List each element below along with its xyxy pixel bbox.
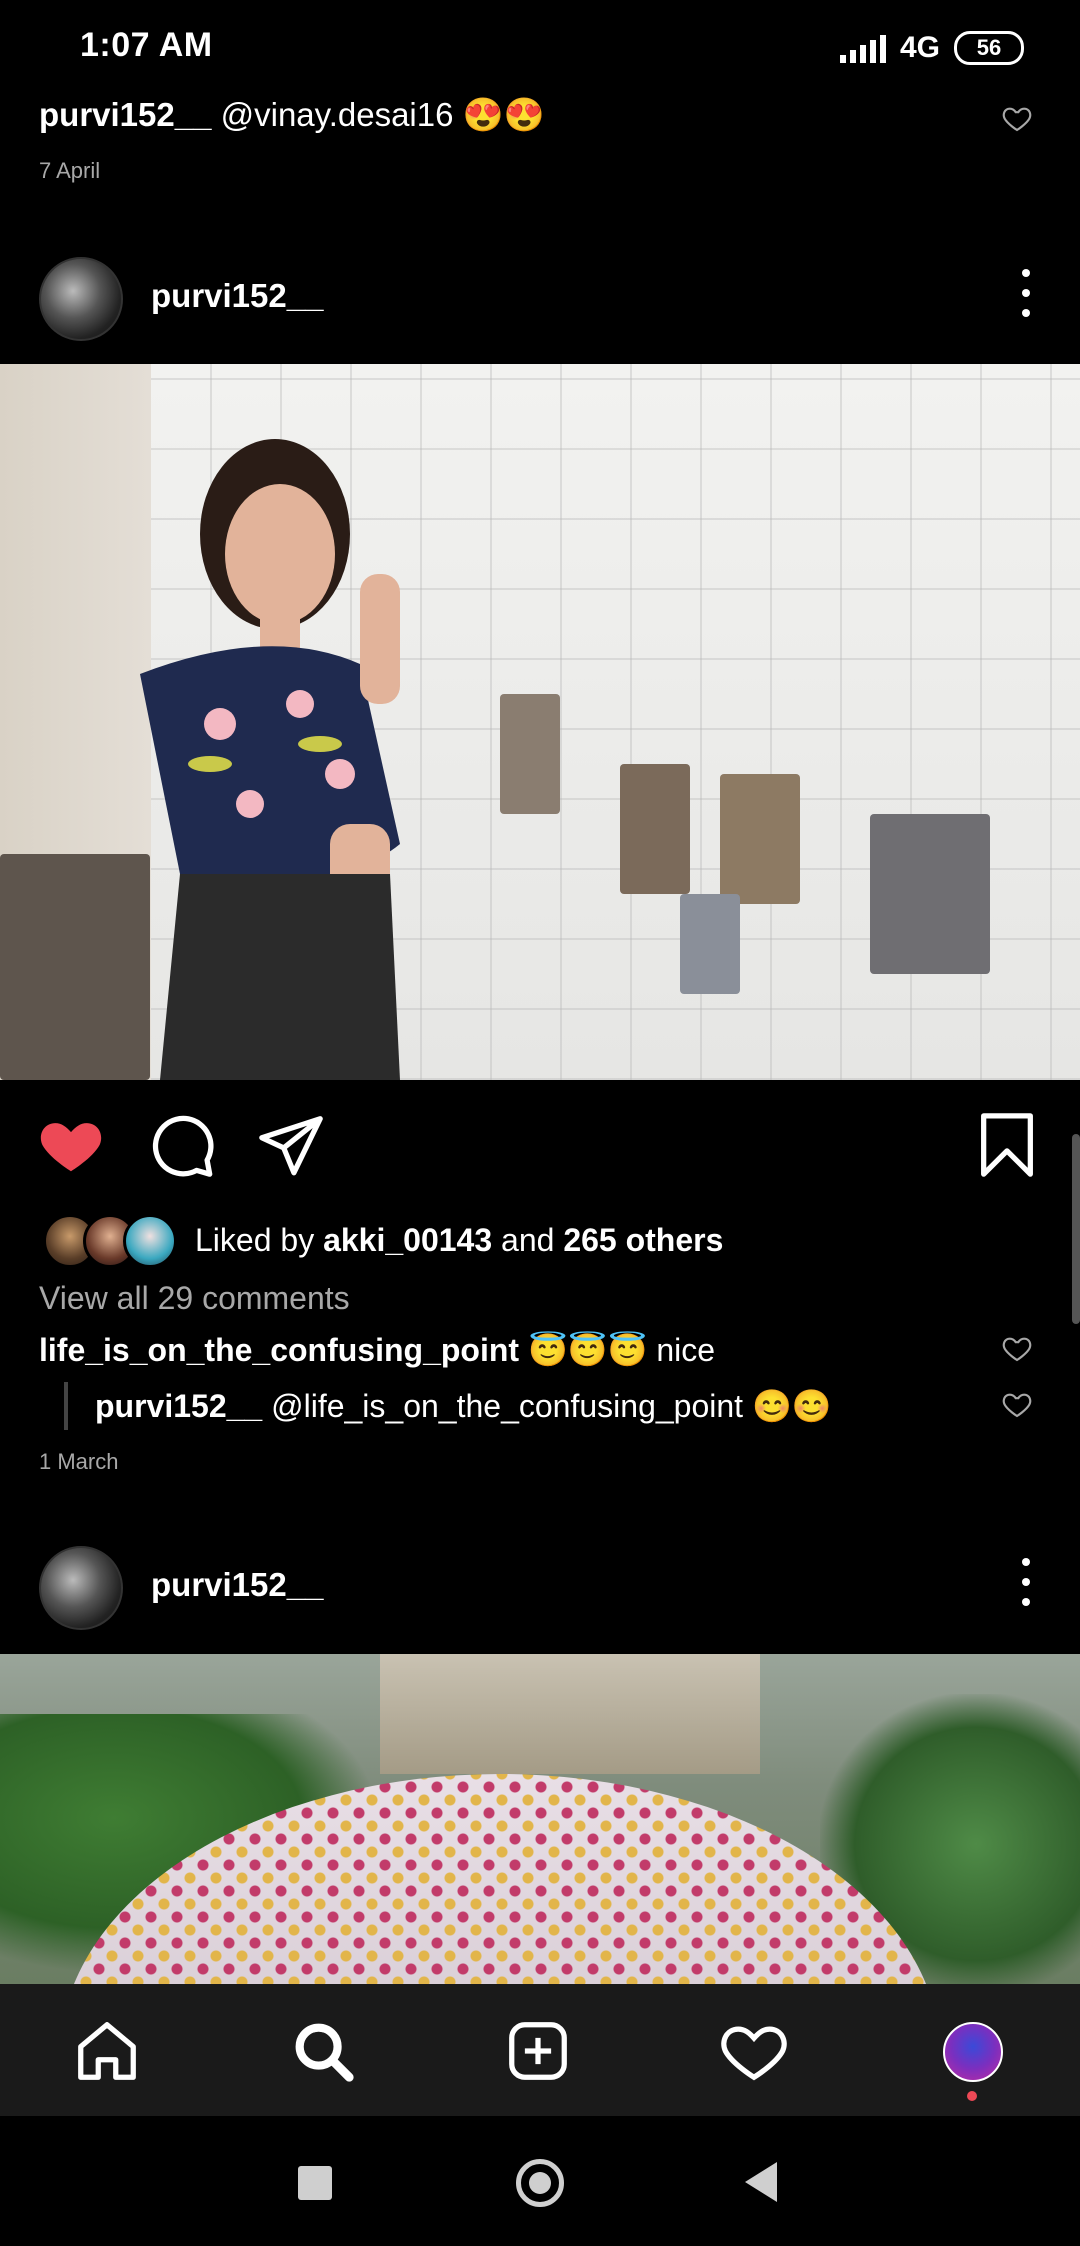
add-post-icon[interactable] <box>503 2016 573 2086</box>
liked-by-user[interactable]: akki_00143 <box>323 1222 492 1258</box>
more-options-icon[interactable] <box>1016 269 1036 317</box>
avatar[interactable] <box>39 257 123 341</box>
liked-by-others[interactable]: 265 others <box>563 1222 723 1258</box>
comment-icon[interactable] <box>147 1110 217 1180</box>
caption-username[interactable]: purvi152__ <box>39 96 211 133</box>
reply-indicator <box>64 1382 68 1430</box>
person-figure <box>140 439 400 1080</box>
liker-avatars <box>43 1210 183 1268</box>
post-header: purvi152__ <box>0 1532 1080 1632</box>
recent-apps-icon[interactable] <box>298 2166 332 2200</box>
liked-by-text: Liked by akki_00143 and 265 others <box>195 1222 724 1258</box>
share-icon[interactable] <box>256 1110 326 1180</box>
post-header: purvi152__ <box>0 243 1080 343</box>
battery-icon: 56 <box>954 31 1024 65</box>
post-username[interactable]: purvi152__ <box>151 277 323 315</box>
comment-like-icon[interactable] <box>1001 1332 1033 1364</box>
view-all-comments-link[interactable]: View all 29 comments <box>39 1280 350 1317</box>
more-options-icon[interactable] <box>1016 1558 1036 1606</box>
search-icon[interactable] <box>288 2016 358 2086</box>
home-icon[interactable] <box>72 2016 142 2086</box>
system-navigation-bar <box>0 2116 1080 2246</box>
background-building <box>380 1654 760 1774</box>
back-icon[interactable] <box>745 2162 777 2202</box>
caption-date: 7 April <box>39 158 101 183</box>
profile-avatar[interactable] <box>943 2022 1003 2082</box>
post-username[interactable]: purvi152__ <box>151 1566 323 1604</box>
comment-username[interactable]: life_is_on_the_confusing_point <box>39 1332 519 1368</box>
heart-filled-icon[interactable] <box>36 1110 106 1180</box>
scrollbar[interactable] <box>1072 1134 1080 1324</box>
previous-post-caption: purvi152__ @vinay.desai16 😍😍 <box>39 96 1039 135</box>
caption-text: @vinay.desai16 😍😍 <box>211 96 545 133</box>
avatar <box>123 1214 177 1268</box>
comment-like-icon[interactable] <box>1001 1388 1033 1420</box>
activity-heart-icon[interactable] <box>719 2016 789 2086</box>
comment-text: 😇😇😇 nice <box>519 1332 716 1368</box>
post-image[interactable] <box>0 1654 1080 1984</box>
network-type: 4G <box>899 31 940 64</box>
post-date: 1 March <box>39 1449 119 1474</box>
signal-icon <box>839 33 886 63</box>
caption-like-icon[interactable] <box>1001 102 1033 134</box>
notification-dot <box>967 2091 977 2101</box>
home-button-icon[interactable] <box>516 2159 564 2207</box>
comment-text: @life_is_on_the_confusing_point 😊😊 <box>262 1388 832 1424</box>
status-indicators: 4G 56 <box>839 28 1024 68</box>
likes-row[interactable]: Liked by akki_00143 and 265 others <box>39 1210 1039 1270</box>
post-action-bar <box>0 1080 1080 1210</box>
status-time: 1:07 AM <box>80 26 213 64</box>
status-bar: 1:07 AM 4G 56 <box>0 0 1080 96</box>
post-image[interactable] <box>0 364 1080 1080</box>
bottom-navigation <box>0 1984 1080 2116</box>
comment: life_is_on_the_confusing_point 😇😇😇 nice <box>39 1331 715 1369</box>
bookmark-icon[interactable] <box>972 1110 1042 1180</box>
comment-reply: purvi152__ @life_is_on_the_confusing_poi… <box>95 1387 832 1425</box>
comment-username[interactable]: purvi152__ <box>95 1388 262 1424</box>
avatar[interactable] <box>39 1546 123 1630</box>
